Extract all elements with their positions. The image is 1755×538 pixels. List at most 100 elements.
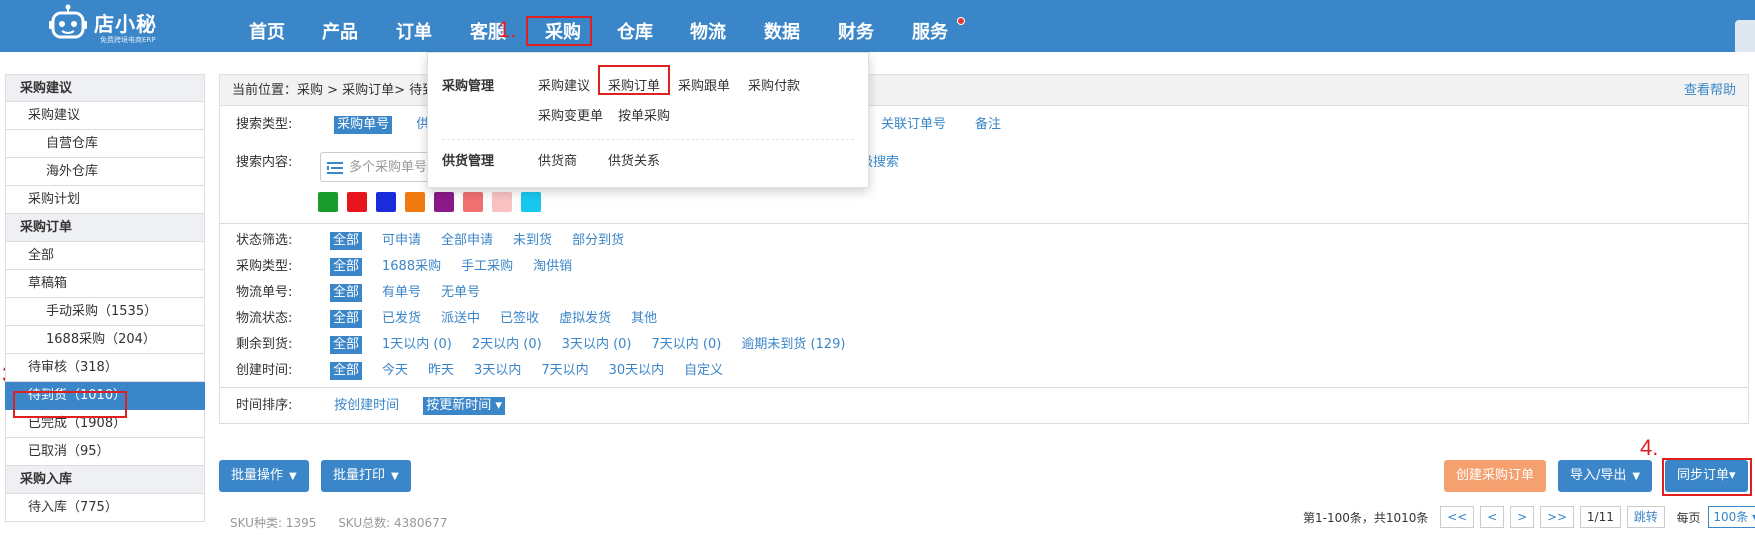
search-content-row: 搜索内容: 级搜索 [220, 148, 899, 177]
dropdown-link-purchase-payment[interactable]: 采购付款 [748, 75, 800, 94]
filter-option[interactable]: 全部 [330, 284, 363, 302]
top-navbar: 店小秘 免费跨境电商ERP 首页 产品 订单 客服 采购 仓库 物流 数据 财务… [0, 0, 1755, 52]
batch-operation-button[interactable]: 批量操作 ▼ [219, 460, 309, 492]
filter-option[interactable]: 2天以内 (0) [472, 332, 542, 358]
filter-option[interactable]: 无单号 [441, 280, 480, 306]
filter-option[interactable]: 3天以内 [474, 358, 521, 384]
filter-option[interactable]: 7天以内 [541, 358, 588, 384]
filter-option[interactable]: 全部 [330, 336, 363, 354]
search-input[interactable] [349, 158, 429, 176]
color-tag-swatch[interactable] [521, 192, 541, 212]
filter-option[interactable]: 1天以内 (0) [382, 332, 452, 358]
filter-option[interactable]: 其他 [631, 306, 657, 332]
logo[interactable]: 店小秘 免费跨境电商ERP [48, 2, 188, 48]
dropdown-link-purchase-suggestion[interactable]: 采购建议 [538, 75, 590, 94]
sku-stats: SKU种类: 1395 SKU总数: 4380677 [230, 514, 447, 531]
import-export-label: 导入/导出 [1570, 468, 1627, 483]
filter-option[interactable]: 全部 [330, 232, 363, 250]
filter-option[interactable]: 部分到货 [572, 228, 624, 254]
sidebar-item[interactable]: 全部 [5, 242, 205, 270]
search-type-selected[interactable]: 采购单号 [334, 116, 393, 134]
filter-option[interactable]: 1688采购 [382, 254, 441, 280]
create-purchase-order-button[interactable]: 创建采购订单 [1444, 460, 1547, 492]
next-page-button[interactable]: > [1510, 506, 1535, 528]
per-page-select[interactable]: 100条 ▾ [1708, 506, 1755, 528]
filter-option[interactable]: 派送中 [441, 306, 480, 332]
last-page-button[interactable]: >> [1539, 506, 1575, 528]
search-content-label: 搜索内容: [236, 155, 293, 170]
filter-option[interactable]: 已发货 [382, 306, 421, 332]
sort-by-update[interactable]: 按更新时间 ▾ [423, 397, 505, 415]
dropdown-link-purchase-change[interactable]: 采购变更单 [538, 105, 603, 124]
nav-purchase-highlight [526, 16, 592, 46]
search-type-remark[interactable]: 备注 [975, 110, 1001, 139]
sidebar-item[interactable]: 待审核（318） [5, 354, 205, 382]
filter-option[interactable]: 3天以内 (0) [562, 332, 632, 358]
dropdown-link-order-purchase[interactable]: 按单采购 [618, 105, 670, 124]
filter-option[interactable]: 全部 [330, 310, 363, 328]
filter-option[interactable]: 7天以内 (0) [652, 332, 722, 358]
sidebar-item[interactable]: 采购计划 [5, 186, 205, 214]
dropdown-link-supply-relation[interactable]: 供货关系 [608, 150, 660, 169]
filter-option[interactable]: 淘供销 [533, 254, 572, 280]
filter-option[interactable]: 全部 [330, 362, 363, 380]
color-tag-swatch[interactable] [347, 192, 367, 212]
sidebar: 采购建议 采购建议 自营仓库 海外仓库 采购计划 采购订单 全部 草稿箱 手动采购（1535） 1… [5, 74, 205, 522]
filter-option[interactable]: 全部 [330, 258, 363, 276]
filter-option[interactable]: 未到货 [513, 228, 552, 254]
prev-page-button[interactable]: < [1480, 506, 1505, 528]
nav-service[interactable]: 服务 [912, 0, 948, 52]
sidebar-item[interactable]: 采购建议 [5, 102, 205, 130]
search-input-box[interactable] [320, 152, 430, 182]
filter-option[interactable]: 30天以内 [609, 358, 665, 384]
sidebar-section-header: 采购建议 [5, 74, 205, 102]
dropdown-link-supplier[interactable]: 供货商 [538, 150, 577, 169]
filter-option[interactable]: 全部申请 [441, 228, 493, 254]
nav-orders[interactable]: 订单 [396, 0, 432, 52]
sidebar-item[interactable]: 1688采购（204） [5, 326, 205, 354]
sidebar-item[interactable]: 草稿箱 [5, 270, 205, 298]
filter-option[interactable]: 已签收 [500, 306, 539, 332]
nav-warehouse[interactable]: 仓库 [617, 0, 653, 52]
nav-home[interactable]: 首页 [249, 0, 285, 52]
filter-option[interactable]: 可申请 [382, 228, 421, 254]
filter-option[interactable]: 有单号 [382, 280, 421, 306]
nav-data[interactable]: 数据 [764, 0, 800, 52]
color-tag-swatch[interactable] [405, 192, 425, 212]
first-page-button[interactable]: << [1440, 506, 1475, 528]
batch-operation-label: 批量操作 [231, 468, 284, 483]
batch-print-button[interactable]: 批量打印 ▼ [321, 460, 411, 492]
jump-button[interactable]: 跳转 [1626, 506, 1665, 528]
sidebar-item[interactable]: 海外仓库 [5, 158, 205, 186]
color-tag-swatch[interactable] [318, 192, 338, 212]
color-tag-swatch[interactable] [434, 192, 454, 212]
sku-total: SKU总数: 4380677 [338, 516, 448, 530]
color-tag-swatch[interactable] [492, 192, 512, 212]
avatar[interactable] [1735, 20, 1755, 52]
sidebar-item[interactable]: 手动采购（1535） [5, 298, 205, 326]
sort-row: 时间排序: 按创建时间 按更新时间 ▾ [220, 391, 1748, 420]
import-export-button[interactable]: 导入/导出 ▼ [1558, 460, 1653, 492]
filter-option[interactable]: 手工采购 [461, 254, 513, 280]
filter-option[interactable]: 昨天 [428, 358, 454, 384]
color-tag-swatch[interactable] [376, 192, 396, 212]
filter-option[interactable]: 逾期未到货 (129) [741, 332, 845, 358]
nav-finance[interactable]: 财务 [838, 0, 874, 52]
color-tag-swatch[interactable] [463, 192, 483, 212]
pagination-summary: 第1-100条，共1010条 [1303, 511, 1429, 525]
sidebar-item[interactable]: 已取消（95） [5, 438, 205, 466]
sidebar-item[interactable]: 待入库（775） [5, 494, 205, 522]
nav-logistics[interactable]: 物流 [690, 0, 726, 52]
sync-orders-highlight [1662, 458, 1752, 496]
filter-label: 状态筛选: [236, 233, 293, 248]
filter-option[interactable]: 虚拟发货 [559, 306, 611, 332]
dropdown-link-purchase-tracking[interactable]: 采购跟单 [678, 75, 730, 94]
help-link[interactable]: 查看帮助 [1684, 75, 1736, 107]
sort-by-create[interactable]: 按创建时间 [334, 391, 399, 420]
logo-subtitle: 免费跨境电商ERP [100, 36, 156, 44]
search-type-related-order[interactable]: 关联订单号 [881, 110, 946, 139]
sidebar-item[interactable]: 自营仓库 [5, 130, 205, 158]
filter-option[interactable]: 自定义 [684, 358, 723, 384]
nav-products[interactable]: 产品 [322, 0, 358, 52]
filter-option[interactable]: 今天 [382, 358, 408, 384]
